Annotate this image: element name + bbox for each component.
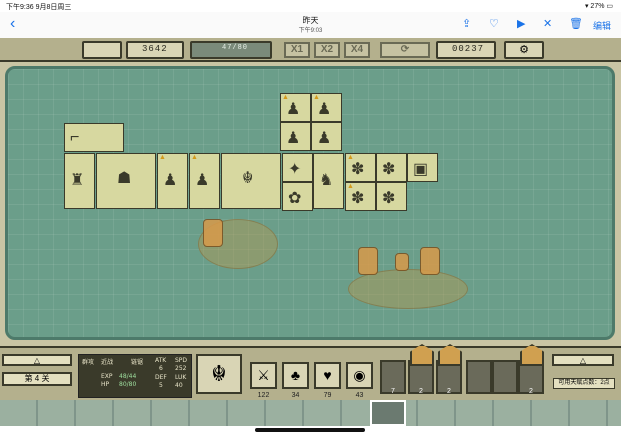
item-slot[interactable]: [466, 360, 492, 394]
unit-cell[interactable]: ▲ ♟: [280, 93, 311, 122]
pillar: [203, 219, 223, 247]
unit-cell[interactable]: ▲ ✽: [345, 182, 376, 211]
exp-label: EXP: [101, 373, 113, 380]
def-label: DEF: [155, 374, 167, 381]
luk-label: LUK: [175, 374, 187, 381]
unit-cell[interactable]: ✦: [282, 153, 313, 182]
unit-cell[interactable]: ▲ ✽: [345, 153, 376, 182]
unit-cell[interactable]: ✽: [376, 153, 407, 182]
game-board: ▲ ♟ ▲ ♟ ♟ ♟ ⌐ ♜ ☗ ▲ ♟ ▲ ♟ ☬ ✦ ✿ ♞ ▲ ✽ ▲ ✽ ✽ ✽ …: [5, 66, 615, 340]
unit-tag: 群攻: [82, 359, 95, 366]
score-value: 3642: [142, 44, 168, 54]
unit-name: 链锯: [131, 359, 144, 366]
skill-value: 79: [323, 392, 332, 399]
dragon-cell[interactable]: ☬: [221, 153, 281, 209]
item-slot[interactable]: 2: [436, 344, 462, 395]
unit-tag: 近战: [101, 359, 114, 366]
item-slot[interactable]: 2: [518, 344, 544, 395]
status-bar: 下午9:36 9月8日周三 ▾ 27% ▭: [0, 0, 621, 12]
speed-x4-button[interactable]: X4: [344, 42, 370, 58]
share-icon[interactable]: ⇪: [462, 17, 471, 30]
game-screen: 3642 47/80 X1 X2 X4 ⟳ 00237 ⚙ ▲ ♟ ▲ ♟ ♟ ♟ …: [0, 38, 621, 400]
score-panel: 3642: [126, 41, 184, 59]
atk-label: ATK: [155, 357, 167, 364]
pillar: [358, 247, 378, 275]
skill-value: 122: [257, 392, 270, 399]
hp-label: HP: [101, 381, 110, 388]
unit-hp-value: 80/80: [119, 381, 137, 388]
loop-button[interactable]: ⟳: [380, 42, 430, 58]
game-bottom-bar: △ 第 4 关 群攻 近战 链锯 ATK SPD 6 252 EXP 48/44…: [0, 344, 621, 400]
unit-cell[interactable]: ♟: [311, 122, 342, 151]
level-up-arrow[interactable]: △: [2, 354, 72, 366]
photo-nav-bar: ‹ 昨天 下午9:03 ⇪ ♡ ▶ ✕ 🗑 编辑: [0, 12, 621, 38]
unit-cell[interactable]: ♟: [280, 122, 311, 151]
item-slot[interactable]: 2: [408, 344, 434, 395]
status-time: 下午9:36 9月8日周三: [6, 4, 72, 11]
exp-value: 48/44: [119, 373, 137, 380]
talent-arrow[interactable]: △: [552, 354, 614, 366]
spd-label: SPD: [175, 357, 188, 364]
photo-subtitle: 下午9:03: [298, 28, 323, 34]
mushroom-icon[interactable]: ♣: [282, 362, 309, 389]
unit-cell[interactable]: ♜: [64, 153, 95, 209]
skill-value: 43: [355, 392, 364, 399]
hp-value: 47/80: [222, 44, 249, 52]
atk-value: 6: [159, 365, 163, 372]
skill-value: 34: [291, 392, 300, 399]
trash-icon[interactable]: 🗑: [569, 17, 583, 30]
monster-cell[interactable]: ☗: [96, 153, 156, 209]
speed-x1-button[interactable]: X1: [284, 42, 310, 58]
unit-cell[interactable]: ▲ ♟: [189, 153, 220, 209]
unit-cell[interactable]: ▲ ♟: [157, 153, 188, 209]
coin-value: 00237: [452, 44, 485, 54]
mute-icon[interactable]: ✕: [543, 17, 552, 30]
luk-value: 40: [175, 382, 183, 389]
photo-filmstrip[interactable]: [0, 400, 621, 426]
filmstrip-selected-thumb[interactable]: [370, 400, 406, 426]
unit-cell[interactable]: ▲ ♟: [311, 93, 342, 122]
unit-cell[interactable]: ✿: [282, 182, 313, 211]
heart-icon[interactable]: ♥: [314, 362, 341, 389]
speed-x2-button[interactable]: X2: [314, 42, 340, 58]
item-slot[interactable]: [492, 360, 518, 394]
water-puddle: [348, 269, 468, 309]
pillar: [420, 247, 440, 275]
unit-stats-panel: 群攻 近战 链锯 ATK SPD 6 252 EXP 48/44 DEF LUK…: [78, 354, 192, 398]
spd-value: 252: [175, 365, 187, 372]
gun-cell[interactable]: ⌐: [64, 123, 124, 152]
pillar: [395, 253, 409, 271]
status-battery: ▾ 27% ▭: [584, 3, 613, 10]
coin-icon[interactable]: ◉: [346, 362, 373, 389]
gun-icon[interactable]: [82, 41, 122, 59]
unit-cell[interactable]: ♞: [313, 153, 344, 209]
def-value: 5: [159, 382, 163, 389]
heart-icon[interactable]: ♡: [489, 17, 499, 30]
settings-gear-icon[interactable]: ⚙: [504, 41, 544, 59]
unit-cell[interactable]: ✽: [376, 182, 407, 211]
hp-bar: 47/80: [190, 41, 272, 59]
sword-icon[interactable]: ⚔: [250, 362, 277, 389]
unit-cell[interactable]: ▣: [407, 153, 438, 182]
talent-points-label: 可用天赋点数：2点: [553, 378, 615, 389]
coin-panel: 00237: [436, 41, 496, 59]
edit-button[interactable]: 编辑: [593, 19, 611, 32]
dragon-portrait-icon: ☬: [196, 354, 242, 394]
item-slot[interactable]: 7: [380, 360, 406, 395]
play-icon[interactable]: ▶: [517, 17, 525, 30]
home-indicator: [255, 428, 365, 432]
level-label: 第 4 关: [2, 372, 72, 386]
game-top-bar: 3642 47/80 X1 X2 X4 ⟳ 00237 ⚙: [0, 38, 621, 62]
